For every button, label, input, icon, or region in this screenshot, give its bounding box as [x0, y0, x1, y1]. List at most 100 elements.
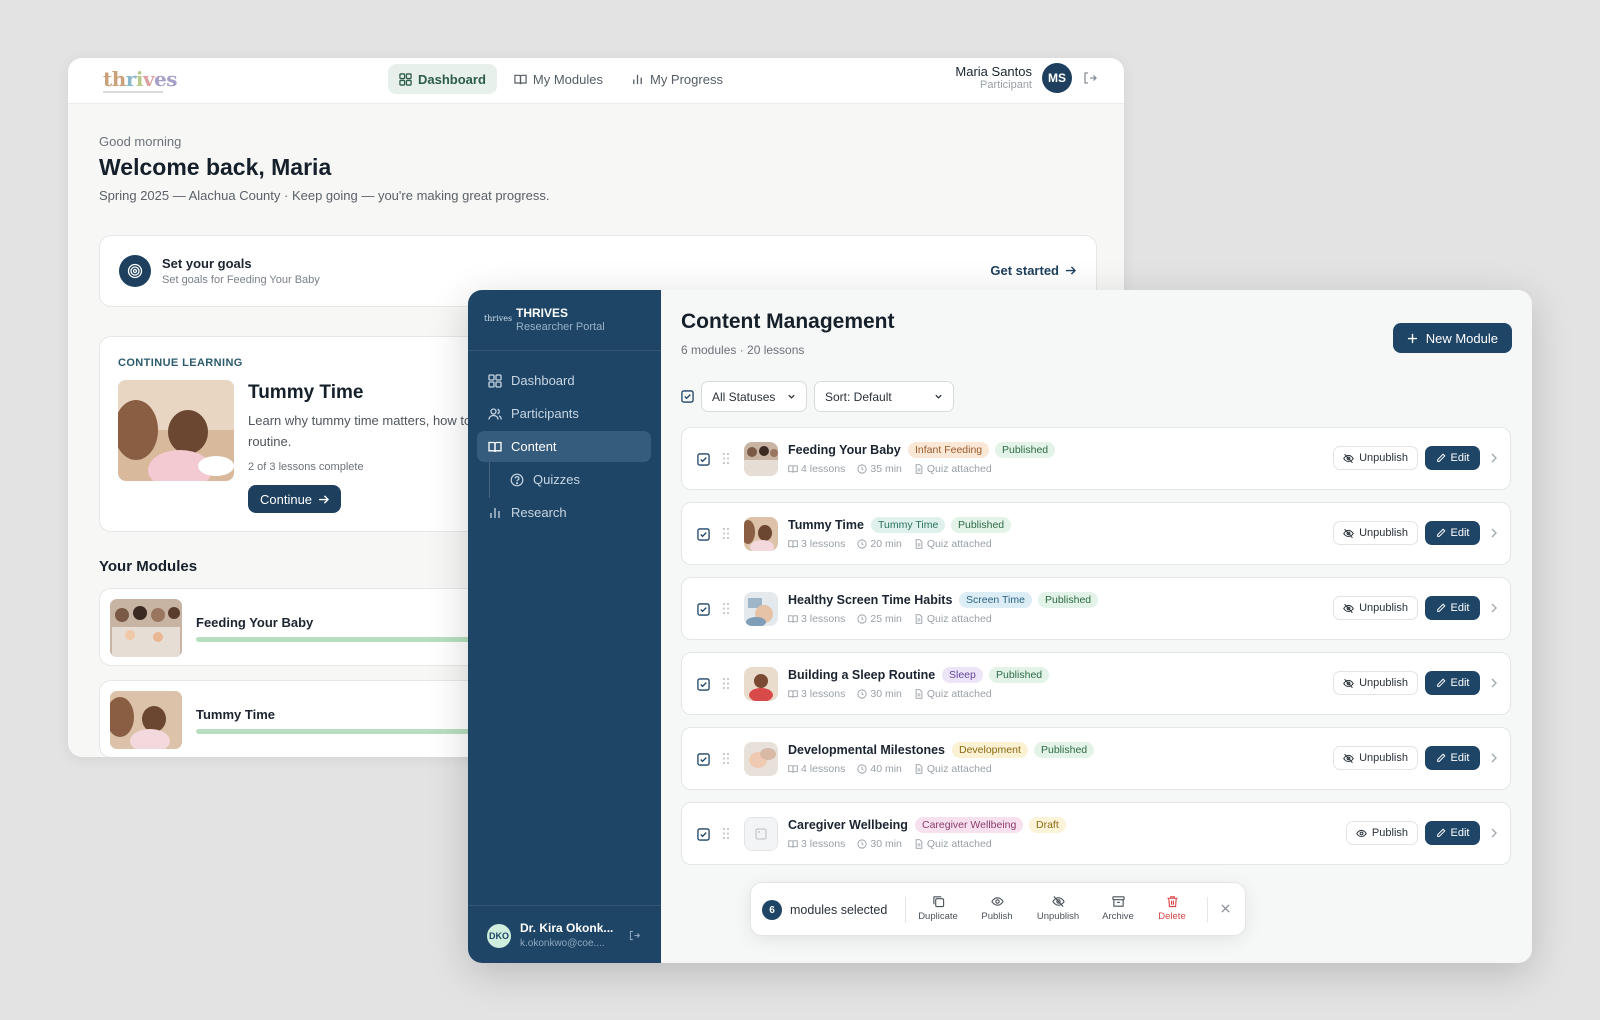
publish-action-label: Unpublish [1359, 527, 1408, 539]
row-checkbox[interactable] [697, 603, 710, 616]
brand-subtitle: Researcher Portal [516, 321, 605, 333]
unpublish-button[interactable]: Unpublish [1333, 596, 1418, 620]
eye-icon [1356, 829, 1367, 837]
logout-icon[interactable] [628, 929, 641, 942]
nav-dashboard[interactable]: Dashboard [388, 64, 497, 94]
participant-topbar: thrives Dashboard My Modules My Progress… [68, 58, 1124, 104]
bulk-unpublish-button[interactable]: Unpublish [1033, 895, 1083, 922]
edit-button[interactable]: Edit [1425, 821, 1480, 845]
continue-button[interactable]: Continue [248, 485, 342, 513]
module-row[interactable]: Caregiver Wellbeing Caregiver Wellbeing Dr… [681, 802, 1511, 865]
module-meta: 3 lessons 20 min Quiz attached [788, 538, 992, 550]
book-icon [514, 74, 527, 84]
divider [905, 897, 906, 923]
chevron-right-icon[interactable] [1490, 527, 1498, 539]
sidebar-item-label: Quizzes [533, 472, 580, 487]
close-icon[interactable] [1220, 903, 1231, 914]
row-checkbox[interactable] [697, 528, 710, 541]
clock-icon [857, 464, 867, 474]
select-all-checkbox[interactable] [681, 390, 694, 403]
sidebar-item-participants[interactable]: Participants [477, 398, 651, 429]
delete-label: Delete [1158, 911, 1186, 922]
bulk-action-bar: 6 modules selected Duplicate Publish Unp… [750, 882, 1246, 936]
copy-icon [932, 896, 944, 908]
module-name: Caregiver Wellbeing [788, 818, 908, 832]
greeting: Good morning [99, 134, 182, 149]
module-row[interactable]: Tummy Time Tummy Time Published 3 lessons 20… [681, 502, 1511, 565]
unpublish-button[interactable]: Unpublish [1333, 671, 1418, 695]
edit-button[interactable]: Edit [1425, 446, 1480, 470]
sidebar: thrives THRIVES Researcher Portal Dashbo… [468, 290, 661, 963]
module-thumbnail [744, 667, 778, 701]
sort-select[interactable]: Sort: Default [814, 381, 954, 412]
nav-my-progress[interactable]: My Progress [620, 64, 734, 94]
eye-off-icon [1343, 603, 1354, 613]
pencil-icon [1436, 453, 1445, 462]
category-tag: Tummy Time [871, 517, 946, 533]
chevron-right-icon[interactable] [1490, 602, 1498, 614]
sidebar-item-content[interactable]: Content [477, 431, 651, 462]
nav-my-modules[interactable]: My Modules [503, 64, 614, 94]
pencil-icon [1436, 603, 1445, 612]
row-checkbox[interactable] [697, 453, 710, 466]
drag-handle-icon[interactable] [722, 452, 730, 465]
participant-user: Maria Santos Participant MS [955, 63, 1098, 93]
nav-label: My Modules [532, 71, 603, 87]
drag-handle-icon[interactable] [722, 827, 730, 840]
publish-button[interactable]: Publish [1345, 821, 1418, 845]
drag-handle-icon[interactable] [722, 752, 730, 765]
edit-label: Edit [1450, 602, 1470, 614]
quiz-status-label: Quiz attached [926, 688, 992, 700]
nav-label: My Progress [649, 71, 723, 87]
selected-count: 6 [762, 900, 782, 920]
duration: 35 min [857, 463, 902, 475]
row-checkbox[interactable] [697, 753, 710, 766]
logout-icon[interactable] [1082, 70, 1098, 86]
drag-handle-icon[interactable] [722, 527, 730, 540]
file-icon [915, 839, 923, 849]
new-module-button[interactable]: New Module [1392, 323, 1512, 353]
archive-button[interactable]: Archive [1093, 895, 1143, 922]
module-row[interactable]: Building a Sleep Routine Sleep Published 3 … [681, 652, 1511, 715]
module-row[interactable]: Healthy Screen Time Habits Screen Time Pub… [681, 577, 1511, 640]
avatar[interactable]: MS [1042, 63, 1072, 93]
chevron-right-icon[interactable] [1490, 752, 1498, 764]
file-icon [915, 689, 923, 699]
file-icon [915, 614, 923, 624]
category-tag: Sleep [942, 667, 983, 683]
module-name: Feeding Your Baby [196, 615, 314, 630]
brand-logo: thrives [484, 314, 513, 323]
edit-button[interactable]: Edit [1425, 521, 1480, 545]
unpublish-button[interactable]: Unpublish [1333, 746, 1418, 770]
unpublish-button[interactable]: Unpublish [1333, 521, 1418, 545]
sidebar-item-dashboard[interactable]: Dashboard [477, 365, 651, 396]
avatar[interactable]: DKO [487, 924, 511, 948]
status-filter[interactable]: All Statuses [701, 381, 807, 412]
duplicate-button[interactable]: Duplicate [913, 895, 963, 922]
lessons-count-label: 3 lessons [801, 613, 846, 625]
duration: 20 min [857, 538, 902, 550]
delete-button[interactable]: Delete [1147, 895, 1197, 922]
chevron-right-icon[interactable] [1490, 452, 1498, 464]
edit-button[interactable]: Edit [1425, 671, 1480, 695]
chevron-right-icon[interactable] [1490, 677, 1498, 689]
edit-button[interactable]: Edit [1425, 746, 1480, 770]
chevron-right-icon[interactable] [1490, 827, 1498, 839]
get-started-link[interactable]: Get started [990, 263, 1076, 278]
bulk-publish-button[interactable]: Publish [972, 895, 1022, 922]
lessons-count: 4 lessons [788, 763, 845, 775]
drag-handle-icon[interactable] [722, 602, 730, 615]
unpublish-button[interactable]: Unpublish [1333, 446, 1418, 470]
lessons-count-label: 3 lessons [801, 538, 846, 550]
row-checkbox[interactable] [697, 678, 710, 691]
duration: 30 min [857, 688, 902, 700]
module-row[interactable]: Feeding Your Baby Infant Feeding Published… [681, 427, 1511, 490]
sidebar-item-quizzes[interactable]: Quizzes [500, 464, 650, 495]
drag-handle-icon[interactable] [722, 677, 730, 690]
thrives-logo[interactable]: thrives [103, 67, 178, 93]
row-checkbox[interactable] [697, 828, 710, 841]
sidebar-item-research[interactable]: Research [477, 497, 651, 528]
sidebar-item-label: Research [511, 505, 567, 520]
module-row[interactable]: Developmental Milestones Development Publi… [681, 727, 1511, 790]
edit-button[interactable]: Edit [1425, 596, 1480, 620]
